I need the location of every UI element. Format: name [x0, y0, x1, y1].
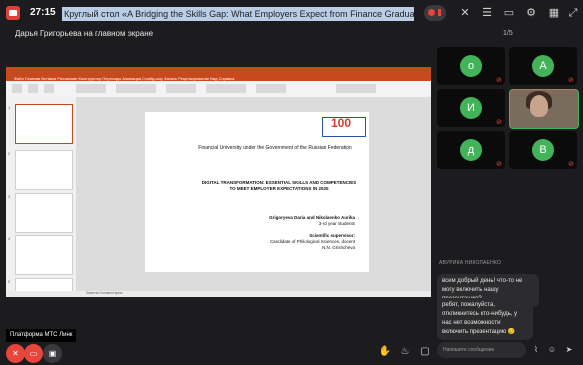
slide-number: 4	[8, 236, 11, 241]
send-icon[interactable]: ➤	[564, 345, 574, 355]
slide-supervisor-name: N.N. Grishcheva	[321, 245, 355, 250]
ppt-status-text: Заметки Комментарии	[86, 291, 123, 295]
participants-pager[interactable]: 1/5	[503, 30, 513, 37]
chat-sender-name: АВУРИКА НИКОЛАЕНКО	[439, 260, 502, 266]
slide-thumbnail[interactable]	[15, 104, 73, 144]
raise-hand-icon[interactable]: ✋	[378, 345, 392, 359]
record-icon	[428, 9, 435, 16]
slide-year: 3-rd year students	[318, 221, 355, 226]
grid-icon[interactable]: ▦	[547, 6, 561, 20]
ppt-tool-icon	[116, 84, 156, 93]
participant-avatar: В	[532, 139, 554, 161]
chat-icon[interactable]: ▭	[502, 6, 516, 20]
slide-title-line2: TO MEET EMPLOYER EXPECTATIONS IN 2025	[229, 186, 329, 191]
app-logo-icon	[6, 6, 20, 20]
chat-input-box[interactable]	[437, 342, 526, 358]
emoji-icon[interactable]: ☺	[547, 345, 557, 355]
attach-icon[interactable]: ⌇	[531, 345, 541, 355]
slide-number: 5	[8, 279, 11, 284]
slide-thumbnail[interactable]	[15, 150, 73, 190]
slide-thumbnail[interactable]	[15, 278, 73, 292]
ppt-tool-icon	[336, 84, 376, 93]
ppt-tool-icon	[44, 84, 54, 93]
slide-supervisor-title: Candidate of Philological Sciences, doce…	[269, 239, 355, 244]
mic-off-icon: ⊘	[496, 161, 502, 168]
chat-input[interactable]	[437, 342, 526, 358]
participant-avatar: д	[460, 139, 482, 161]
mic-status-icon[interactable]: ✕	[458, 6, 472, 20]
slide-authors: Grigoryeva Daria and Nikolaenko Aurika	[269, 215, 355, 220]
layout-icon[interactable]: ▢	[418, 345, 432, 359]
record-pause-icon	[438, 9, 441, 16]
chat-message: ребят, пожалуйста, откликнитесь кто-нибу…	[437, 298, 533, 340]
slide-supervisor-label: Scientific supervisor:	[309, 233, 355, 238]
fire-reaction-icon[interactable]: ♨	[398, 345, 412, 359]
mic-off-icon: ⊘	[568, 77, 574, 84]
ppt-tool-icon	[256, 84, 286, 93]
ppt-status-bar	[6, 291, 431, 297]
meeting-title: Круглый стол «A Bridging the Skills Gap:…	[62, 7, 414, 21]
people-icon[interactable]: ☰	[480, 6, 494, 20]
ppt-tool-icon	[76, 84, 106, 93]
participant-video-face	[530, 95, 548, 117]
logo-text: 100	[331, 116, 352, 130]
camera-off-button[interactable]: ▭	[24, 344, 43, 363]
mic-off-icon: ⊘	[496, 119, 502, 126]
ppt-tool-icon	[28, 84, 38, 93]
slide-thumbnail[interactable]	[15, 235, 73, 275]
participant-avatar: И	[460, 97, 482, 119]
ppt-tool-icon	[12, 84, 22, 93]
slide-number: 2	[8, 151, 11, 156]
presenter-label: Дарья Григорьева на главном экране	[15, 29, 154, 38]
mic-off-icon: ⊘	[568, 161, 574, 168]
slide-university: Financial University under the Governmen…	[198, 145, 352, 151]
platform-label: Платформа МТС Линк	[6, 329, 77, 342]
ppt-tool-icon	[206, 84, 246, 93]
slide-title-line1: DIGITAL TRANSFORMATION: ESSENTIAL SKILLS…	[201, 180, 357, 185]
slide-thumbnail[interactable]	[15, 193, 73, 233]
fullscreen-icon[interactable]: ⤢	[566, 6, 580, 20]
settings-icon[interactable]: ⚙	[524, 6, 538, 20]
slide-number: 1	[8, 105, 11, 110]
participant-avatar: А	[532, 55, 554, 77]
mic-off-icon: ⊘	[496, 77, 502, 84]
meeting-timer: 27:15	[30, 7, 56, 18]
mic-off-button[interactable]: ✕	[6, 344, 25, 363]
screen-share-area: Файл Главная Вставка Рисование Конструкт…	[6, 67, 431, 297]
participant-avatar: о	[460, 55, 482, 77]
ppt-tool-icon	[166, 84, 196, 93]
slide-number: 3	[8, 194, 11, 199]
screen-share-button[interactable]: ▣	[43, 344, 62, 363]
